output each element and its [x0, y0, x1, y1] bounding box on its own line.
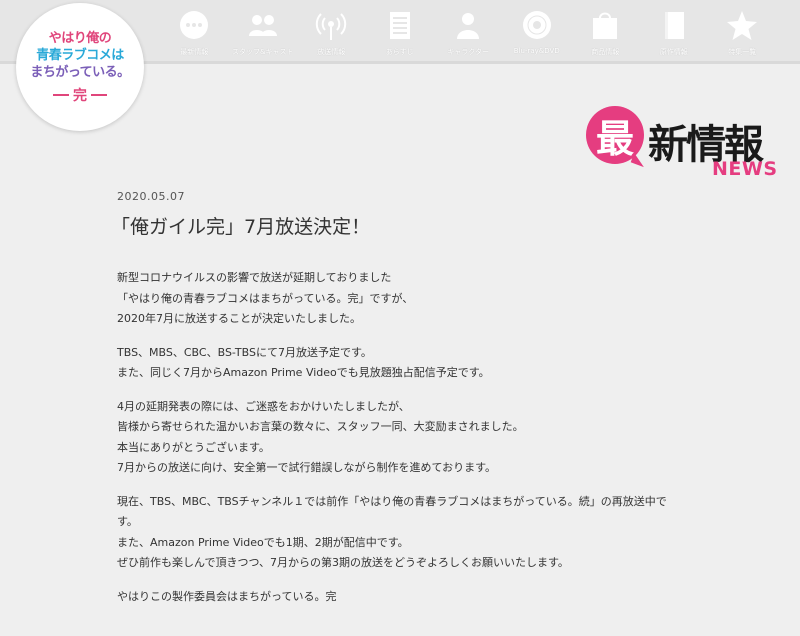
nav-item-goods[interactable]: 商品情報	[571, 0, 640, 64]
document-icon	[389, 12, 410, 39]
site-logo[interactable]: やはり俺の 青春ラブコメは まちがっている。 完	[16, 3, 144, 131]
person-icon	[457, 13, 480, 39]
logo-dash-right	[91, 93, 107, 96]
broadcast-icon	[316, 13, 347, 40]
nav-item-bluray-dvd[interactable]: Blu-ray&DVD	[503, 0, 572, 64]
nav-label: 放送情報	[317, 48, 346, 56]
article-paragraph: TBS、MBS、CBC、BS-TBSにて7月放送予定です。 また、同じく7月から…	[117, 343, 717, 384]
heading-badge-text: 最	[595, 116, 634, 161]
nav-label: Blu-ray&DVD	[513, 47, 560, 55]
nav-item-original-work[interactable]: 原作情報	[640, 0, 709, 64]
section-heading: 最 新情報 NEWS	[586, 106, 786, 186]
speech-bubble-icon	[180, 11, 209, 39]
article-paragraph: 新型コロナウイルスの影響で放送が延期しておりました 「やはり俺の青春ラブコメはま…	[117, 268, 717, 330]
nav-item-news[interactable]: 最新情報	[160, 0, 229, 64]
paragraph-line: やはりこの製作委員会はまちがっている。完	[117, 589, 337, 603]
nav-label: キャラクター	[447, 48, 490, 56]
paragraph-line: ぜひ前作も楽しんで頂きつつ、7月からの第3期の放送をどうぞよろしくお願いいたしま…	[117, 556, 569, 569]
article-body: 新型コロナウイルスの影響で放送が延期しておりました 「やはり俺の青春ラブコメはま…	[117, 268, 717, 620]
paragraph-line: TBS、MBS、CBC、BS-TBSにて7月放送予定です。	[117, 345, 372, 359]
paragraph-line: 7月からの放送に向け、安全第一で試行錯誤しながら制作を進めております。	[117, 461, 497, 474]
paragraph-line: 「やはり俺の青春ラブコメはまちがっている。完」ですが、	[117, 291, 414, 305]
nav-item-staff-cast[interactable]: スタッフ&キャスト	[229, 0, 298, 64]
heading-badge: 最	[586, 106, 644, 164]
paragraph-line: 本当にありがとうございます。	[117, 440, 270, 454]
people-icon	[248, 15, 277, 36]
nav-label: あらすじ	[385, 48, 414, 56]
nav-item-onair[interactable]: 放送情報	[297, 0, 366, 64]
article-paragraph: やはりこの製作委員会はまちがっている。完	[117, 587, 717, 608]
nav-label: 特集一覧	[728, 48, 757, 56]
paragraph-line: 新型コロナウイルスの影響で放送が延期しておりました	[117, 271, 392, 284]
paragraph-line: 4月の延期発表の際には、ご迷惑をおかけいたしましたが、	[117, 399, 410, 413]
article-title: 「俺ガイル完」7月放送決定！	[111, 216, 371, 238]
logo-line-3: まちがっている。	[30, 64, 130, 80]
article-paragraph: 現在、TBS、MBC、TBSチャンネル１では前作「やはり俺の青春ラブコメはまちが…	[117, 492, 717, 574]
logo-suffix: 完	[53, 85, 107, 105]
shopping-bag-icon	[593, 12, 618, 39]
heading-subtitle: NEWS	[712, 158, 778, 180]
logo-line-1: やはり俺の	[48, 30, 112, 46]
nav-item-character[interactable]: キャラクター	[434, 0, 503, 64]
disc-icon	[522, 11, 551, 39]
paragraph-line: す。	[117, 515, 138, 528]
article-date: 2020.05.07	[117, 190, 185, 203]
nav-label: スタッフ&キャスト	[232, 48, 294, 56]
paragraph-line: また、Amazon Prime Videoでも1期、2期が配信中です。	[117, 535, 409, 549]
paragraph-line: 皆様から寄せられた温かいお言葉の数々に、スタッフ一同、大変励まされました。	[117, 420, 524, 433]
logo-dash-left	[53, 93, 69, 96]
paragraph-line: 現在、TBS、MBC、TBSチャンネル１では前作「やはり俺の青春ラブコメはまちが…	[117, 494, 667, 508]
nav-label: 原作情報	[659, 48, 688, 56]
star-icon	[727, 11, 758, 40]
paragraph-line: 2020年7月に放送することが決定いたしました。	[117, 312, 361, 325]
book-icon	[664, 12, 684, 39]
nav-items: 最新情報 スタッフ&キャスト 放送情報 あらすじ キャラクター Blu-ray&…	[160, 0, 777, 64]
article-paragraph: 4月の延期発表の際には、ご迷惑をおかけいたしましたが、 皆様から寄せられた温かい…	[117, 397, 717, 479]
logo-line-2: 青春ラブコメは	[36, 47, 124, 63]
nav-item-story[interactable]: あらすじ	[366, 0, 435, 64]
nav-label: 商品情報	[591, 48, 620, 56]
nav-item-special[interactable]: 特集一覧	[708, 0, 777, 64]
logo-suffix-text: 完	[73, 87, 87, 104]
nav-label: 最新情報	[180, 48, 209, 56]
paragraph-line: また、同じく7月からAmazon Prime Videoでも見放題独占配信予定で…	[117, 366, 490, 379]
